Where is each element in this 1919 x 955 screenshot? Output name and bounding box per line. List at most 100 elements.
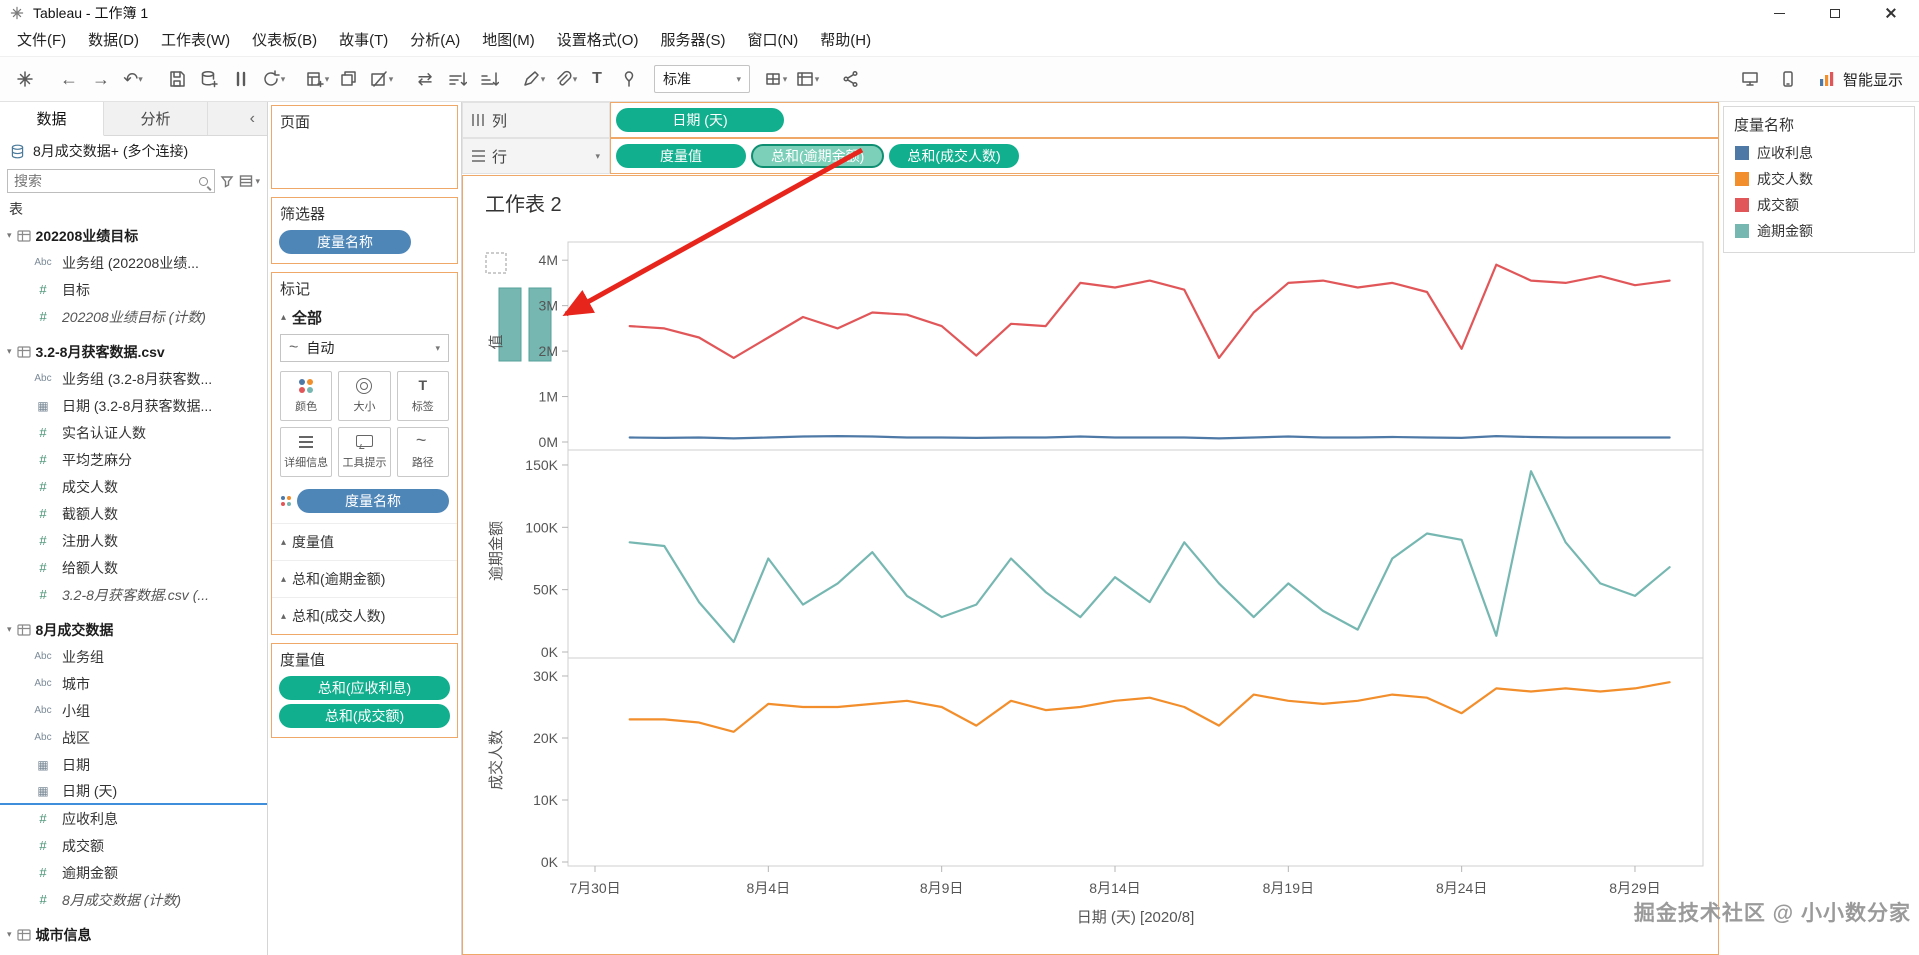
- view-options-icon[interactable]: ▾: [239, 174, 260, 188]
- table-group-header[interactable]: ▾ 3.2-8月获客数据.csv: [0, 338, 267, 365]
- field-row[interactable]: # 实名认证人数: [0, 419, 267, 446]
- field-row[interactable]: Abc 业务组 (202208业绩...: [0, 249, 267, 276]
- menu-item[interactable]: 工作表(W): [150, 26, 241, 56]
- pause-updates-icon[interactable]: [226, 63, 256, 95]
- marks-option-button[interactable]: 颜色: [280, 371, 333, 421]
- field-row[interactable]: Abc 业务组 (3.2-8月获客数...: [0, 365, 267, 392]
- marks-pane-section[interactable]: ▴ 总和(成交人数): [272, 597, 457, 634]
- menu-item[interactable]: 服务器(S): [649, 26, 736, 56]
- marks-option-button[interactable]: 路径: [396, 427, 449, 477]
- field-row[interactable]: # 应收利息: [0, 805, 267, 832]
- menu-item[interactable]: 帮助(H): [809, 26, 882, 56]
- field-row[interactable]: # 逾期金额: [0, 859, 267, 886]
- table-group-header[interactable]: ▾ 城市信息: [0, 921, 267, 948]
- field-row[interactable]: ▦ 日期 (3.2-8月获客数据...: [0, 392, 267, 419]
- duplicate-sheet-icon[interactable]: [334, 63, 364, 95]
- field-row[interactable]: Abc 城市: [0, 670, 267, 697]
- show-mark-labels-icon[interactable]: T: [582, 63, 612, 95]
- marks-all-section[interactable]: ▴ 全部: [272, 302, 457, 331]
- fix-axes-icon[interactable]: [614, 63, 644, 95]
- fit-selector[interactable]: 标准 ▾: [654, 65, 750, 93]
- field-row[interactable]: # 截额人数: [0, 500, 267, 527]
- menu-item[interactable]: 设置格式(O): [546, 26, 650, 56]
- field-row[interactable]: # 8月成交数据 (计数): [0, 886, 267, 913]
- minimize-button[interactable]: [1751, 0, 1807, 26]
- field-row[interactable]: ▦ 日期: [0, 751, 267, 778]
- add-datasource-icon[interactable]: [194, 63, 224, 95]
- marks-option-button[interactable]: 大小: [338, 371, 391, 421]
- legend-item[interactable]: 应收利息: [1724, 140, 1914, 166]
- smart-show-button[interactable]: 智能显示: [1811, 63, 1909, 95]
- highlight-icon[interactable]: ▾: [518, 63, 548, 95]
- table-group-header[interactable]: ▾ 202208业绩目标: [0, 222, 267, 249]
- chart[interactable]: 0M 1M 2M 3M 4M 值 0K 50K 100K 150K 逾期金额 0K 10K 20K 30K 成…: [463, 176, 1718, 954]
- columns-pill[interactable]: 日期 (天): [616, 108, 784, 132]
- menu-item[interactable]: 分析(A): [399, 26, 471, 56]
- field-row[interactable]: # 成交人数: [0, 473, 267, 500]
- rows-shelf-area[interactable]: 度量值 总和(逾期金额) 总和(成交人数): [610, 138, 1719, 174]
- group-members-icon[interactable]: ▾: [550, 63, 580, 95]
- legend-item[interactable]: 成交额: [1724, 192, 1914, 218]
- field-row[interactable]: # 平均芝麻分: [0, 446, 267, 473]
- replay-icon[interactable]: ↶ ▾: [118, 63, 148, 95]
- menu-item[interactable]: 数据(D): [77, 26, 150, 56]
- device-designer-icon[interactable]: [1773, 63, 1803, 95]
- legend-item[interactable]: 成交人数: [1724, 166, 1914, 192]
- marks-pill[interactable]: 度量名称: [297, 489, 449, 513]
- save-icon[interactable]: [162, 63, 192, 95]
- tab-data[interactable]: 数据: [0, 102, 104, 136]
- menu-item[interactable]: 窗口(N): [736, 26, 809, 56]
- marks-pane-section[interactable]: ▴ 总和(逾期金额): [272, 560, 457, 597]
- marks-option-button[interactable]: 详细信息: [280, 427, 333, 477]
- measure-value-pill[interactable]: 总和(成交额): [279, 704, 450, 728]
- new-worksheet-icon[interactable]: ▾: [302, 63, 332, 95]
- maximize-button[interactable]: [1807, 0, 1863, 26]
- search-input[interactable]: [14, 173, 200, 189]
- field-row[interactable]: # 202208业绩目标 (计数): [0, 303, 267, 330]
- swap-axes-icon[interactable]: ⇄: [410, 63, 440, 95]
- marks-option-button[interactable]: 标签: [396, 371, 449, 421]
- filter-pill[interactable]: 度量名称: [279, 230, 411, 254]
- redo-icon[interactable]: →: [86, 63, 116, 95]
- field-row[interactable]: # 成交额: [0, 832, 267, 859]
- menu-item[interactable]: 地图(M): [471, 26, 546, 56]
- search-box[interactable]: [7, 169, 216, 193]
- collapse-pane-icon[interactable]: ‹: [238, 102, 267, 135]
- rows-pill-highlighted[interactable]: 总和(逾期金额): [751, 144, 885, 168]
- clear-sheet-icon[interactable]: ▾: [366, 63, 396, 95]
- presentation-mode-icon[interactable]: [1735, 63, 1765, 95]
- cell-size-icon[interactable]: ▾: [760, 63, 790, 95]
- rows-pill[interactable]: 总和(成交人数): [889, 144, 1019, 168]
- start-page-icon[interactable]: [10, 63, 40, 95]
- measure-value-pill[interactable]: 总和(应收利息): [279, 676, 450, 700]
- field-row[interactable]: # 目标: [0, 276, 267, 303]
- close-button[interactable]: [1863, 0, 1919, 26]
- field-row[interactable]: # 3.2-8月获客数据.csv (...: [0, 581, 267, 608]
- field-type-icon: Abc: [34, 651, 52, 662]
- field-row[interactable]: # 给额人数: [0, 554, 267, 581]
- field-row[interactable]: Abc 小组: [0, 697, 267, 724]
- field-row[interactable]: Abc 业务组: [0, 643, 267, 670]
- menu-item[interactable]: 文件(F): [6, 26, 77, 56]
- rows-pill[interactable]: 度量值: [616, 144, 746, 168]
- show-cards-icon[interactable]: ▾: [792, 63, 822, 95]
- undo-icon[interactable]: ←: [54, 63, 84, 95]
- sort-descending-icon[interactable]: [474, 63, 504, 95]
- datasource-row[interactable]: 8月成交数据+ (多个连接): [0, 136, 267, 166]
- menu-item[interactable]: 故事(T): [328, 26, 399, 56]
- legend-item[interactable]: 逾期金额: [1724, 218, 1914, 244]
- marks-pane-section[interactable]: ▴ 度量值: [272, 523, 457, 560]
- field-row[interactable]: ▦ 日期 (天): [0, 778, 267, 805]
- sort-ascending-icon[interactable]: [442, 63, 472, 95]
- field-row[interactable]: # 注册人数: [0, 527, 267, 554]
- filter-fields-icon[interactable]: [220, 174, 234, 188]
- columns-shelf-area[interactable]: 日期 (天): [610, 102, 1719, 138]
- share-icon[interactable]: [836, 63, 866, 95]
- table-group-header[interactable]: ▾ 8月成交数据: [0, 616, 267, 643]
- field-row[interactable]: Abc 战区: [0, 724, 267, 751]
- marks-option-button[interactable]: 工具提示: [338, 427, 391, 477]
- mark-type-dropdown[interactable]: ~ 自动 ▾: [280, 334, 449, 362]
- refresh-icon[interactable]: ▾: [258, 63, 288, 95]
- menu-item[interactable]: 仪表板(B): [241, 26, 328, 56]
- tab-analytics[interactable]: 分析: [104, 102, 208, 135]
